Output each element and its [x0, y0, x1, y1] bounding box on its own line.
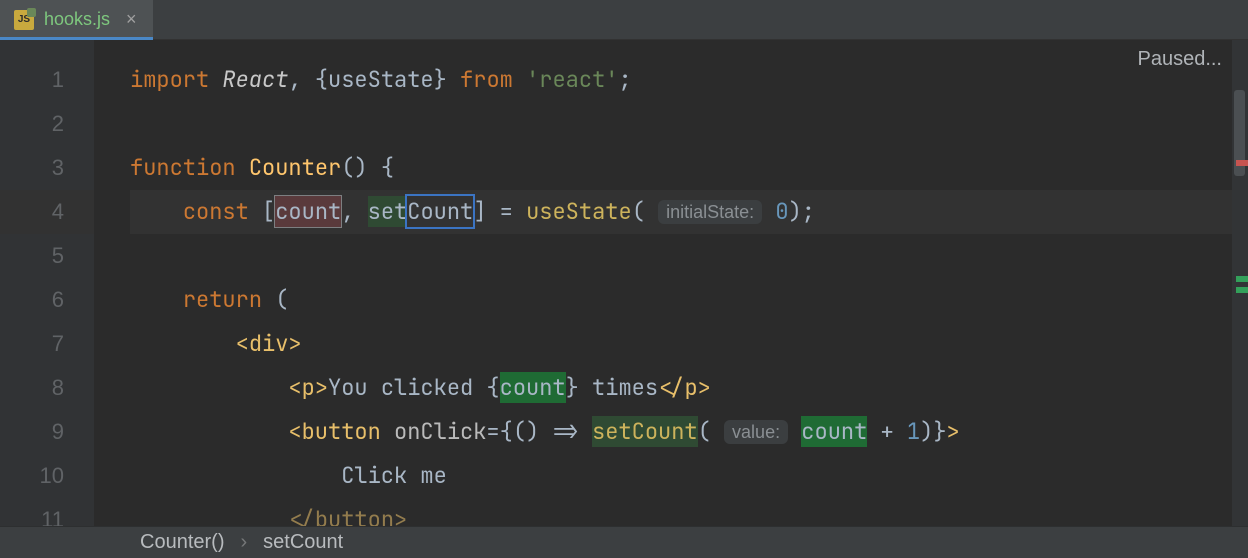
- line-number: 3: [0, 146, 94, 190]
- code-line[interactable]: [130, 234, 1248, 278]
- tab-bar: JS hooks.js ×: [0, 0, 1248, 40]
- code-line[interactable]: const [count, setCount] = useState( init…: [130, 190, 1248, 234]
- line-number: 8: [0, 366, 94, 410]
- gutter: 1 2 3 4 5 6 7 8 9 10 11: [0, 40, 94, 526]
- code-line[interactable]: import React, {useState} from 'react';: [130, 58, 1248, 102]
- line-number: 9: [0, 410, 94, 454]
- symbol-setCount: Count: [407, 196, 473, 227]
- code-line[interactable]: function Counter() {: [130, 146, 1248, 190]
- breadcrumb: Counter() › setCount: [0, 526, 1248, 558]
- line-number: 1: [0, 58, 94, 102]
- code-line[interactable]: <p>You clicked {count} times</p>: [130, 366, 1248, 410]
- code-line[interactable]: return (: [130, 278, 1248, 322]
- code-line[interactable]: <button onClick={() => setCount( value: …: [130, 410, 1248, 454]
- code-line[interactable]: Click me: [130, 454, 1248, 498]
- line-number: 7: [0, 322, 94, 366]
- inlay-hint: initialState:: [658, 200, 762, 224]
- code-line[interactable]: <div>: [130, 322, 1248, 366]
- symbol-count: count: [275, 196, 341, 227]
- scrollbar[interactable]: [1232, 40, 1248, 526]
- breadcrumb-item[interactable]: setCount: [263, 531, 343, 554]
- line-number: 6: [0, 278, 94, 322]
- chevron-right-icon: ›: [240, 531, 247, 554]
- code-area[interactable]: Paused... import React, {useState} from …: [94, 40, 1248, 526]
- breadcrumb-item[interactable]: Counter(): [140, 531, 224, 554]
- tab-hooks-js[interactable]: JS hooks.js ×: [0, 0, 153, 39]
- inlay-hint: value:: [724, 420, 788, 444]
- line-number: 10: [0, 454, 94, 498]
- close-tab-icon[interactable]: ×: [126, 9, 137, 30]
- code-line[interactable]: [130, 102, 1248, 146]
- line-number: 2: [0, 102, 94, 146]
- symbol-count: count: [801, 416, 867, 447]
- symbol-setCount: setCount: [592, 416, 698, 447]
- symbol-count: count: [500, 372, 566, 403]
- scrollbar-thumb[interactable]: [1234, 90, 1245, 176]
- tab-filename: hooks.js: [44, 9, 110, 30]
- line-number: 5: [0, 234, 94, 278]
- editor[interactable]: 1 2 3 4 5 6 7 8 9 10 11 Paused... import…: [0, 40, 1248, 526]
- js-file-icon: JS: [14, 10, 34, 30]
- line-number: 4: [0, 190, 94, 234]
